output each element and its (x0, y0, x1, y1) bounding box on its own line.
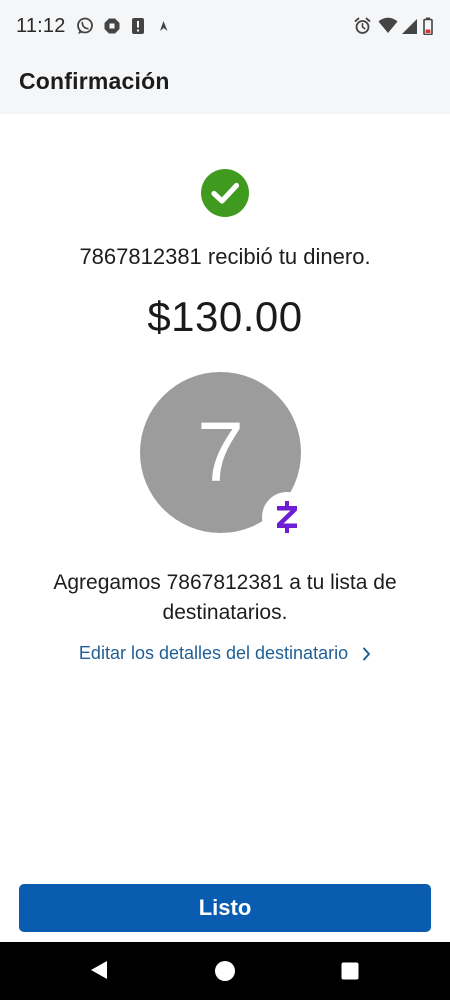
done-button[interactable]: Listo (19, 884, 431, 932)
battery-icon (423, 17, 433, 35)
received-message: 7867812381 recibió tu dinero. (79, 244, 371, 269)
chevron-right-icon (363, 647, 371, 661)
home-icon[interactable] (214, 960, 236, 982)
status-bar: 11:12 (0, 0, 450, 54)
location-arrow-icon (160, 21, 168, 31)
recents-icon[interactable] (341, 962, 359, 980)
app-bar: Confirmación (0, 54, 450, 114)
chase-icon (104, 18, 120, 34)
amount-sent: $130.00 (147, 293, 303, 340)
added-recipient-message: Agregamos 7867812381 a tu lista de desti… (53, 571, 397, 624)
cell-signal-icon (402, 19, 417, 34)
wifi-icon (378, 17, 398, 33)
avatar-initial: 7 (197, 405, 244, 499)
back-icon[interactable] (88, 959, 110, 981)
zelle-badge (262, 492, 312, 542)
whatsapp-icon (77, 17, 93, 34)
zelle-icon (277, 501, 297, 533)
alert-icon (132, 18, 144, 34)
nav-bar (0, 942, 450, 1000)
page-title: Confirmación (19, 68, 170, 94)
status-time: 11:12 (16, 15, 66, 37)
alarm-icon (354, 17, 371, 34)
edit-recipient-link[interactable]: Editar los detalles del destinatario (0, 643, 450, 664)
edit-recipient-label: Editar los detalles del destinatario (78, 643, 349, 663)
check-circle-icon (201, 169, 249, 217)
